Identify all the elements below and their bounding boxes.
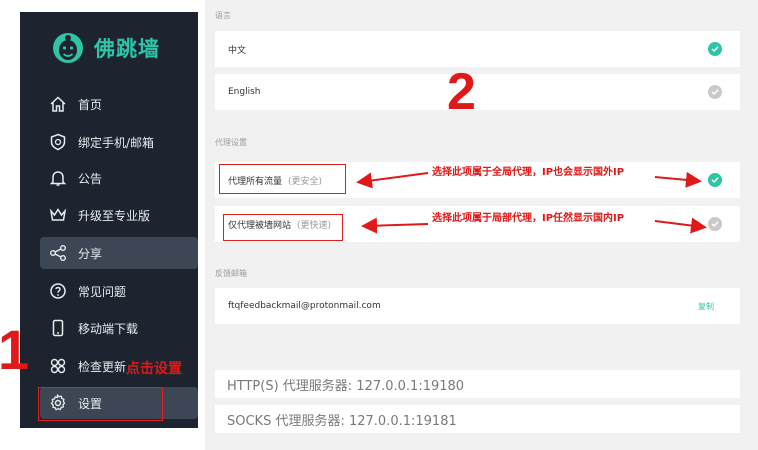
- language-section-label: 语言: [215, 11, 231, 20]
- sidebar-item-label: 检查更新: [78, 359, 127, 374]
- settings-highlight-box: [38, 387, 163, 421]
- click-settings-note: 点击设置: [126, 361, 182, 377]
- sidebar-item-announcement[interactable]: 公告: [40, 162, 198, 194]
- sidebar-item-upgrade[interactable]: 升级至专业版: [40, 199, 198, 231]
- sidebar-item-label: 公告: [78, 171, 103, 186]
- buddha-face-icon: [53, 33, 83, 63]
- feedback-email-card: ftqfeedbackmail@protonmail.com 复制: [215, 288, 740, 324]
- shield-icon: [48, 132, 68, 152]
- app-name: 佛跳墙: [94, 37, 160, 61]
- share-icon: [48, 243, 68, 263]
- sidebar-item-bind-account[interactable]: 绑定手机/邮箱: [40, 126, 198, 158]
- proxy-section-label: 代理设置: [215, 138, 247, 147]
- crown-icon: [48, 205, 68, 225]
- language-option-chinese[interactable]: 中文: [215, 31, 740, 67]
- sidebar-item-label: 绑定手机/邮箱: [78, 135, 155, 150]
- step-2-marker: 2: [447, 63, 476, 121]
- flower-icon: [48, 356, 68, 376]
- phone-icon: [48, 318, 68, 338]
- partial-proxy-note: 选择此项属于局部代理，IP任然显示国内IP: [432, 213, 625, 224]
- sidebar-item-label: 升级至专业版: [78, 208, 151, 223]
- http-proxy-address: HTTP(S) 代理服务器: 127.0.0.1:19180: [215, 370, 740, 398]
- sidebar-item-label: 常见问题: [78, 284, 127, 299]
- sidebar-item-home[interactable]: 首页: [40, 88, 198, 120]
- copy-email-button[interactable]: 复制: [698, 301, 714, 312]
- home-icon: [48, 94, 68, 114]
- question-icon: [48, 281, 68, 301]
- sidebar-item-label: 移动端下载: [78, 321, 139, 336]
- check-unselected-icon: [708, 85, 722, 99]
- sidebar-item-share[interactable]: 分享: [40, 237, 198, 269]
- language-option-label: English: [228, 87, 261, 97]
- language-option-english[interactable]: English: [215, 74, 740, 110]
- global-proxy-note: 选择此项属于全局代理，IP也会显示国外IP: [432, 167, 625, 178]
- language-option-label: 中文: [228, 45, 247, 56]
- check-unselected-icon: [708, 217, 722, 231]
- check-selected-icon: [708, 173, 722, 187]
- blocked-sites-highlight-box: [223, 214, 343, 241]
- all-traffic-highlight-box: [219, 164, 346, 194]
- check-selected-icon: [708, 42, 722, 56]
- feedback-email: ftqfeedbackmail@protonmail.com: [228, 301, 381, 311]
- bell-icon: [48, 168, 68, 188]
- sidebar-item-label: 分享: [78, 246, 103, 261]
- sidebar-item-mobile-download[interactable]: 移动端下载: [40, 312, 198, 344]
- feedback-section-label: 反馈邮箱: [215, 269, 247, 278]
- sidebar-item-faq[interactable]: 常见问题: [40, 275, 198, 307]
- app-logo: 佛跳墙: [52, 30, 160, 66]
- socks-proxy-address: SOCKS 代理服务器: 127.0.0.1:19181: [215, 405, 740, 433]
- step-1-marker: 1: [0, 318, 30, 381]
- sidebar-item-label: 首页: [78, 97, 103, 112]
